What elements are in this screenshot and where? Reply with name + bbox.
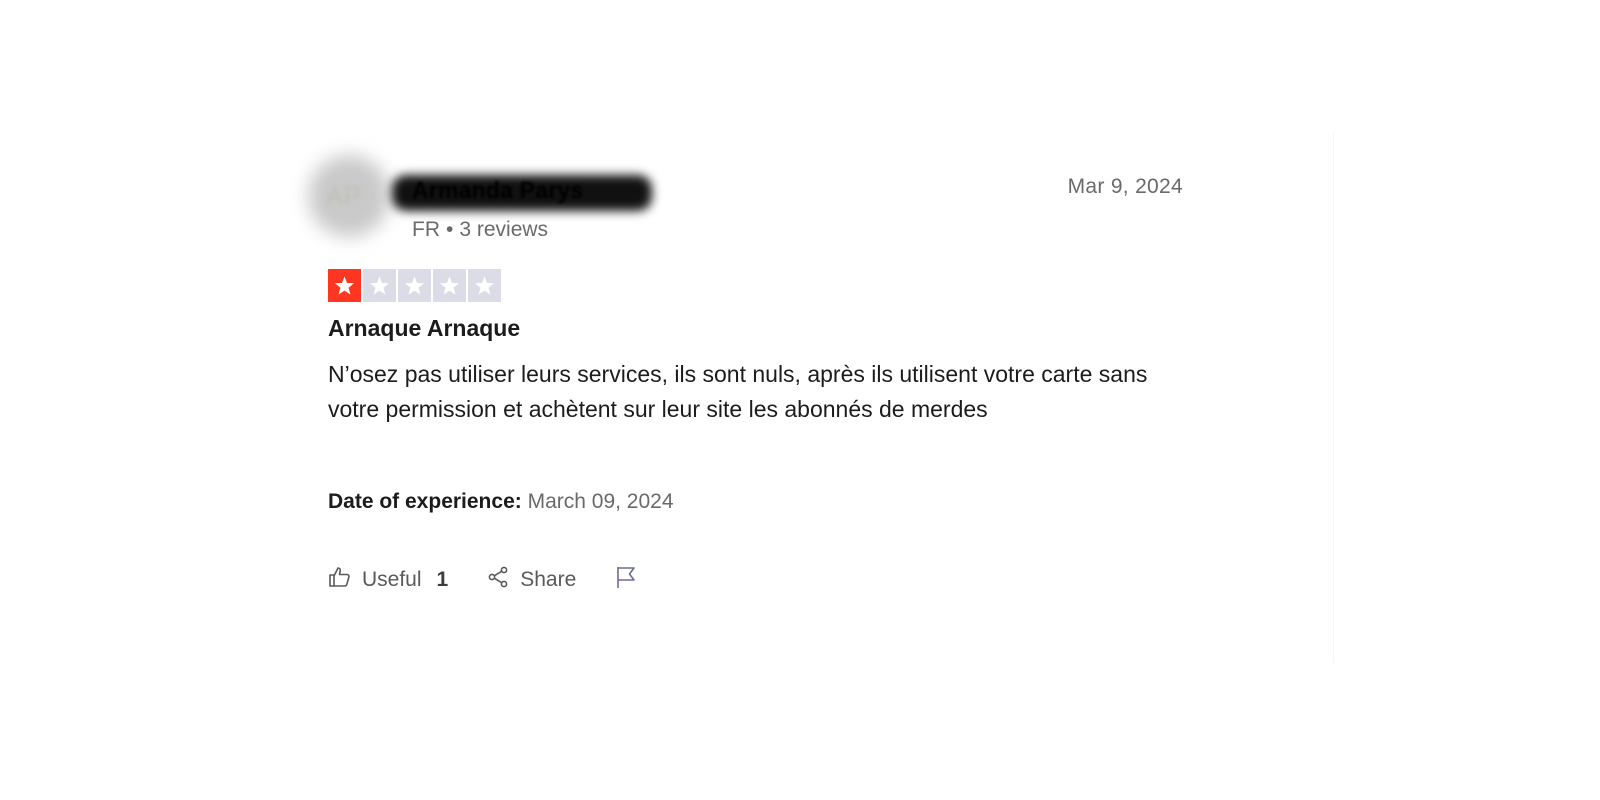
star-empty-icon (363, 269, 396, 302)
star-empty-icon (398, 269, 431, 302)
star-filled-icon (328, 269, 361, 302)
experience-label: Date of experience: (328, 490, 522, 513)
useful-count: 1 (436, 568, 449, 591)
report-button[interactable] (614, 565, 638, 595)
experience-value: March 09, 2024 (527, 490, 674, 513)
review-date: Mar 9, 2024 (1067, 175, 1183, 198)
review-actions: Useful 1 Share (328, 565, 638, 595)
reviewer-country: FR (412, 218, 440, 241)
thumbs-up-icon (328, 565, 352, 595)
reviewer-name[interactable]: Armanda Parys (412, 177, 583, 204)
useful-button[interactable]: Useful 1 (328, 565, 448, 595)
share-icon (486, 565, 510, 595)
star-rating (328, 269, 501, 302)
star-empty-icon (433, 269, 466, 302)
share-label: Share (520, 568, 577, 591)
review-title[interactable]: Arnaque Arnaque (328, 315, 520, 342)
reviewer-review-count[interactable]: 3 reviews (459, 218, 548, 242)
star-empty-icon (468, 269, 501, 302)
avatar-initials: AP (326, 181, 361, 211)
flag-icon (614, 565, 638, 595)
useful-label: Useful (362, 568, 422, 591)
reviewer-meta: FR • 3 reviews (412, 218, 548, 242)
review-card: AP Armanda Parys FR • 3 reviews Mar 9, 2… (290, 133, 1334, 663)
meta-separator: • (446, 218, 454, 241)
share-button[interactable]: Share (486, 565, 576, 595)
review-body: N’osez pas utiliser leurs services, ils … (328, 361, 1148, 422)
page: AP Armanda Parys FR • 3 reviews Mar 9, 2… (0, 0, 1600, 800)
date-of-experience: Date of experience: March 09, 2024 (328, 490, 674, 514)
